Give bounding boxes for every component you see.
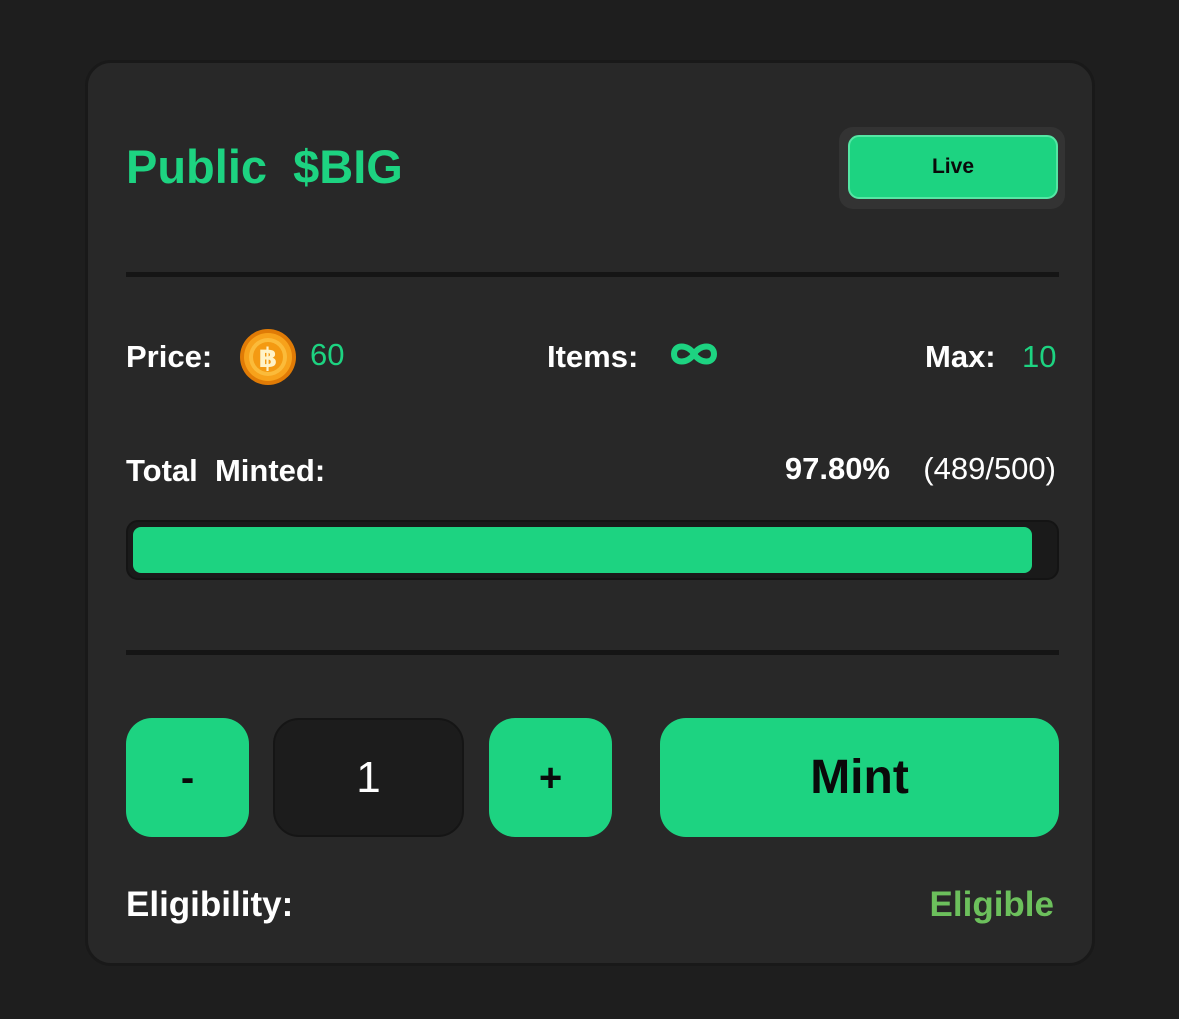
page-title: Public $BIG <box>126 140 403 193</box>
bottom-divider <box>126 650 1059 655</box>
minted-count: (489/500) <box>923 451 1056 486</box>
max-value: 10 <box>1022 339 1057 374</box>
quantity-input[interactable] <box>273 718 464 837</box>
total-minted-label: Total Minted: <box>126 453 326 488</box>
increment-button[interactable]: + <box>489 718 612 837</box>
max-label: Max: <box>925 339 996 374</box>
eligibility-label: Eligibility: <box>126 885 294 924</box>
mint-progress-fill <box>133 527 1032 573</box>
price-label: Price: <box>126 339 213 374</box>
bitcoin-coin-icon: ฿ <box>240 329 296 385</box>
items-label: Items: <box>547 339 639 374</box>
live-status-button[interactable]: Live <box>848 135 1058 199</box>
mint-card: Public $BIG Live Price: ฿ 60 Items: Max:… <box>85 60 1095 966</box>
mint-progress-bar <box>126 520 1059 580</box>
decrement-button[interactable]: - <box>126 718 249 837</box>
mint-button[interactable]: Mint <box>660 718 1059 837</box>
svg-text:฿: ฿ <box>259 343 278 374</box>
minted-percent: 97.80% <box>784 451 890 486</box>
top-divider <box>126 272 1059 277</box>
eligibility-status: Eligible <box>929 885 1054 924</box>
status-badge-wrapper: Live <box>839 127 1065 209</box>
infinity-icon <box>671 343 717 365</box>
price-value: 60 <box>310 337 345 372</box>
